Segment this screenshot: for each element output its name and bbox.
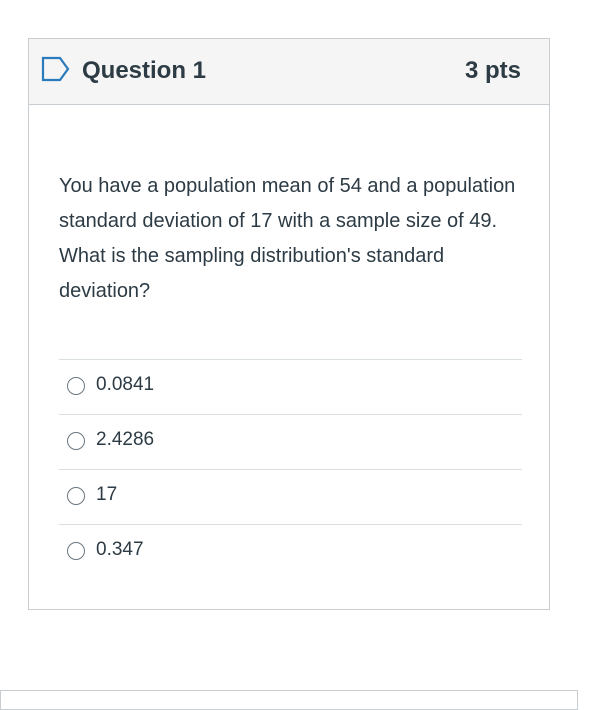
- radio-button[interactable]: [67, 542, 85, 560]
- radio-button[interactable]: [67, 432, 85, 450]
- radio-button[interactable]: [67, 487, 85, 505]
- answer-label: 17: [96, 484, 118, 505]
- question-text: You have a population mean of 54 and a p…: [59, 175, 516, 302]
- question-points: 3 pts: [464, 57, 521, 84]
- answer-option[interactable]: 2.4286: [59, 414, 522, 469]
- answer-label: 0.347: [96, 539, 144, 560]
- next-question-card-edge: [0, 690, 578, 710]
- answer-option[interactable]: 0.0841: [59, 359, 522, 414]
- answer-option[interactable]: 17: [59, 469, 522, 524]
- question-header: Question 1 3 pts: [29, 39, 549, 105]
- question-title: Question 1: [82, 57, 207, 84]
- answer-option[interactable]: 0.347: [59, 524, 522, 579]
- radio-button[interactable]: [67, 377, 85, 395]
- answer-label: 0.0841: [96, 374, 155, 395]
- answer-list: 0.0841 2.4286 17 0.347: [59, 359, 522, 579]
- answer-label: 2.4286: [96, 429, 155, 450]
- question-card: Question 1 3 pts You have a population m…: [28, 38, 550, 610]
- flag-bookmark-icon[interactable]: [41, 56, 71, 82]
